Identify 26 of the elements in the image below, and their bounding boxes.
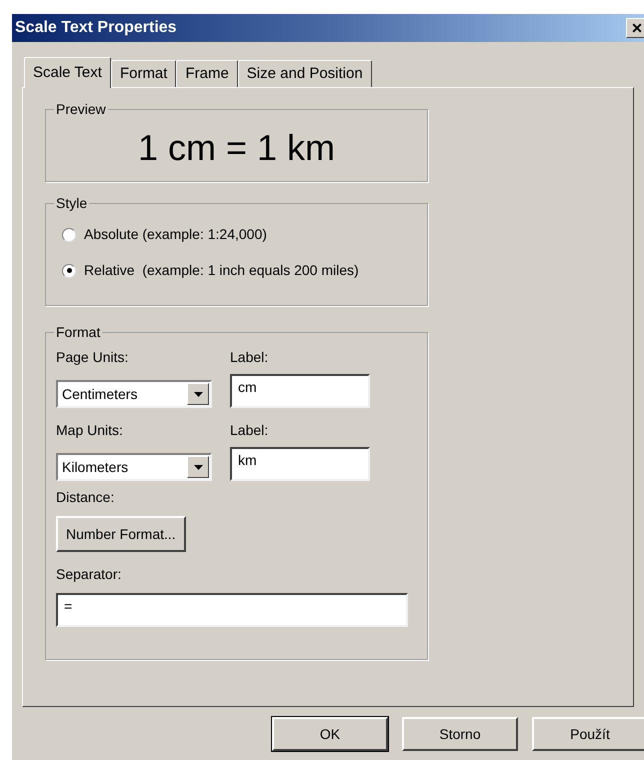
- tab[interactable]: Scale Text: [24, 57, 111, 88]
- field-label: Map Units:: [56, 421, 124, 440]
- preview-text: 1 cm = 1 km: [138, 126, 336, 170]
- dropdown[interactable]: Centimeters: [56, 380, 212, 408]
- close-button[interactable]: ×: [626, 18, 644, 38]
- text-field[interactable]: =: [56, 593, 408, 627]
- field-label: Distance:: [56, 488, 116, 507]
- text-field[interactable]: km: [230, 447, 370, 481]
- radio-button[interactable]: [62, 228, 76, 242]
- number-format-button[interactable]: Number Format...: [56, 516, 186, 552]
- radio-label[interactable]: Relative (example: 1 inch equals 200 miles): [84, 260, 359, 281]
- dialog-button[interactable]: Použít: [532, 717, 644, 751]
- window-title: Scale Text Properties: [15, 18, 178, 38]
- field-label: Page Units:: [56, 348, 130, 367]
- tab[interactable]: Frame: [176, 60, 238, 87]
- radio-button[interactable]: [62, 264, 76, 278]
- dialog-button[interactable]: Storno: [402, 717, 518, 751]
- tab[interactable]: Size and Position: [238, 60, 372, 87]
- tab[interactable]: Format: [110, 60, 176, 87]
- dropdown[interactable]: Kilometers: [56, 453, 212, 481]
- text-field[interactable]: cm: [230, 374, 370, 408]
- field-label: Label:: [230, 421, 270, 440]
- radio-label[interactable]: Absolute (example: 1:24,000): [84, 224, 267, 245]
- field-label: Label:: [230, 348, 270, 367]
- field-label: Separator:: [56, 565, 122, 584]
- dialog-button[interactable]: OK: [272, 717, 388, 751]
